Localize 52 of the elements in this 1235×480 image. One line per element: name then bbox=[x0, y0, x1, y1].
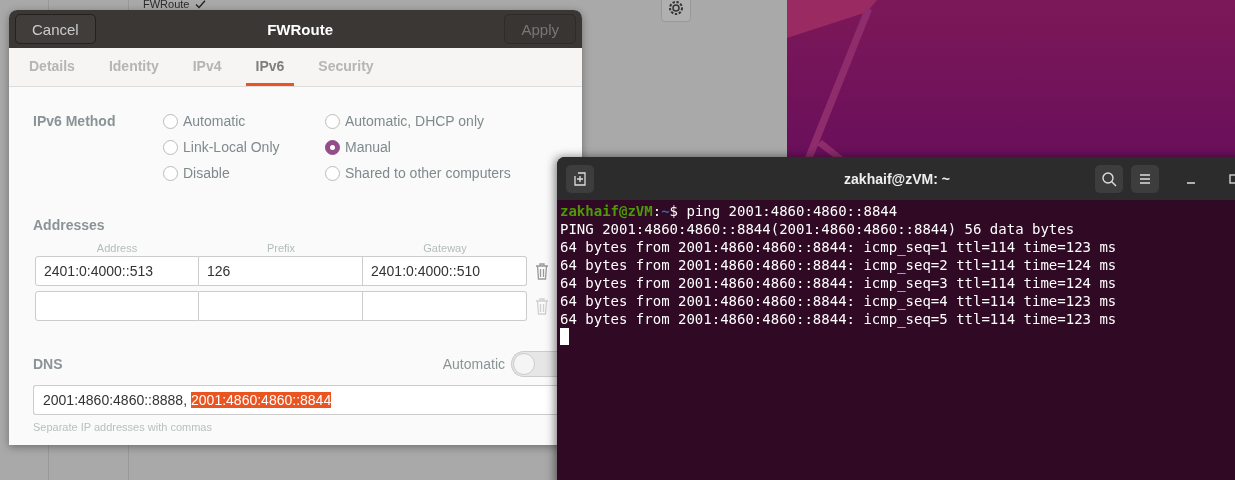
connection-name: FWRoute bbox=[143, 0, 190, 10]
menu-icon bbox=[1138, 172, 1152, 185]
terminal-title: zakhaif@zVM: ~ bbox=[843, 170, 951, 187]
radio-option[interactable]: Disable bbox=[163, 165, 325, 181]
dialog-title: FWRoute bbox=[267, 20, 333, 38]
output-line: 64 bytes from 2001:4860:4860::8844: icmp_seq=5 ttl=114 time=123 ms bbox=[560, 310, 1118, 328]
delete-icon[interactable] bbox=[535, 262, 549, 280]
output-line: 64 bytes from 2001:4860:4860::8844: icmp_seq=3 ttl=114 time=124 ms bbox=[560, 274, 1118, 292]
input-field[interactable]: 2401:0:4000::513 bbox=[35, 256, 199, 286]
column-header: Gateway bbox=[422, 242, 468, 254]
radio-option[interactable]: Shared to other computers bbox=[325, 165, 511, 181]
tab[interactable]: Identity bbox=[98, 48, 169, 86]
output-line: 64 bytes from 2001:4860:4860::8844: icmp_seq=1 ttl=114 time=123 ms bbox=[560, 238, 1118, 256]
tab[interactable]: Details bbox=[19, 48, 85, 86]
section-title: Addresses bbox=[33, 217, 105, 233]
output-line: 64 bytes from 2001:4860:4860::8844: icmp_seq=2 ttl=114 time=124 ms bbox=[560, 256, 1118, 274]
input-field[interactable] bbox=[35, 291, 199, 321]
cancel-button[interactable]: Cancel bbox=[15, 14, 96, 44]
search-button[interactable] bbox=[1095, 164, 1123, 193]
input-field[interactable]: 126 bbox=[199, 256, 363, 286]
selected-text: 2001:4860:4860::8844 bbox=[191, 392, 332, 408]
minimize-icon bbox=[1187, 181, 1195, 184]
method-label: IPv6 Method bbox=[33, 113, 117, 131]
toggle-switch[interactable] bbox=[511, 351, 557, 377]
menu-button[interactable] bbox=[1131, 164, 1159, 193]
column-header: Prefix bbox=[265, 242, 297, 254]
input-field[interactable] bbox=[199, 291, 363, 321]
new-tab-icon bbox=[572, 170, 588, 187]
settings-button[interactable] bbox=[661, 0, 691, 22]
field-text: 2001:4860:4860::8888, bbox=[43, 392, 188, 408]
input-field[interactable] bbox=[363, 291, 527, 321]
tab[interactable]: IPv4 bbox=[182, 48, 232, 86]
hint-text: Separate IP addresses with commas bbox=[33, 421, 213, 433]
tab[interactable]: Security bbox=[308, 48, 384, 86]
new-tab-button[interactable] bbox=[566, 164, 594, 193]
column-header: Address bbox=[95, 242, 139, 254]
radio-option[interactable]: Automatic, DHCP only bbox=[325, 113, 511, 129]
radio-option[interactable]: Automatic bbox=[163, 113, 325, 129]
section-title: DNS bbox=[33, 356, 63, 372]
check-icon bbox=[195, 0, 207, 9]
gear-icon bbox=[667, 0, 685, 17]
output-line: PING 2001:4860:4860::8844(2001:4860:4860::8844) 56 data bytes bbox=[560, 220, 1076, 238]
switch-label: Automatic bbox=[442, 356, 505, 372]
input-field[interactable]: 2401:0:4000::510 bbox=[363, 256, 527, 286]
command-line: zakhaif@zVM:~$ ping 2001:4860:4860::8844 bbox=[560, 202, 899, 220]
output-line: 64 bytes from 2001:4860:4860::8844: icmp_seq=4 ttl=114 time=123 ms bbox=[560, 292, 1118, 310]
radio-option[interactable]: Link-Local Only bbox=[163, 139, 325, 155]
dns-field[interactable]: 2001:4860:4860::8888, 2001:4860:4860::8844 bbox=[33, 385, 557, 415]
tab[interactable]: IPv6 bbox=[245, 48, 295, 86]
cursor bbox=[560, 328, 569, 345]
search-icon bbox=[1101, 170, 1117, 187]
radio-option[interactable]: Manual bbox=[325, 139, 511, 155]
